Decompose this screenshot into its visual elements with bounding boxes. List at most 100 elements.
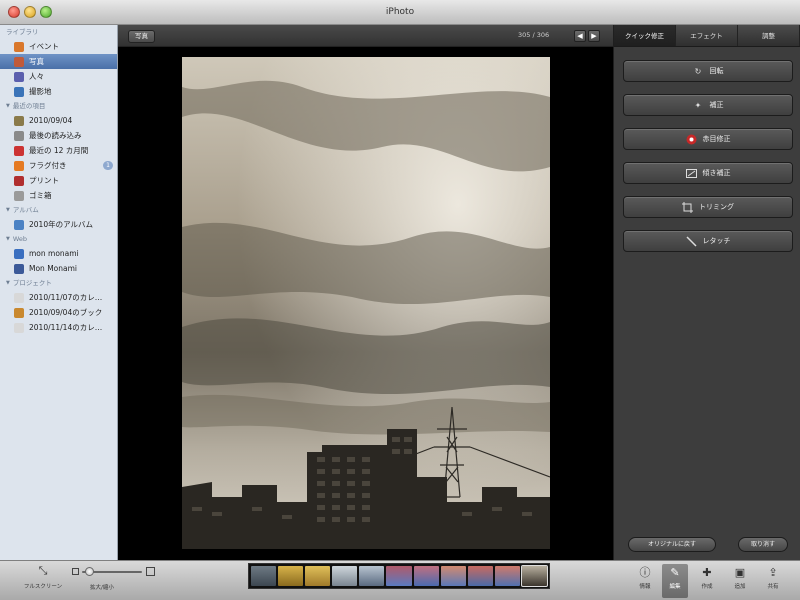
add-to-button[interactable]: ▣ 追加 — [727, 564, 753, 590]
enhance-icon: ✦ — [694, 100, 702, 110]
fullscreen-arrows-icon: ⤡ — [38, 564, 48, 577]
disclosure-triangle-icon[interactable]: ▼ — [6, 232, 10, 246]
sidebar-item-label: ゴミ箱 — [29, 191, 52, 200]
sidebar-item-events[interactable]: イベント — [0, 39, 117, 54]
edit-tabs: クイック修正 エフェクト 調整 — [614, 25, 800, 47]
sidebar-item-calendar-project[interactable]: 2010/11/07のカレ… — [0, 290, 117, 305]
sidebar-item-label: 最後の読み込み — [29, 131, 82, 140]
calendar-project-icon — [14, 322, 24, 333]
create-button[interactable]: ✚ 作成 — [694, 564, 720, 590]
fullscreen-button[interactable]: ⤡ フルスクリーン — [18, 564, 68, 590]
filmstrip-thumbnail-selected[interactable] — [520, 565, 549, 587]
sidebar-item-album[interactable]: 2010年のアルバム — [0, 217, 117, 232]
crop-label: トリミング — [699, 203, 734, 211]
crop-icon — [682, 201, 693, 213]
sidebar-section-header[interactable]: ▼ アルバム — [0, 203, 117, 217]
previous-photo-button[interactable]: ◀ — [574, 30, 586, 42]
disclosure-triangle-icon[interactable]: ▼ — [6, 276, 10, 290]
sidebar-item-label: 撮影地 — [29, 87, 52, 96]
revert-to-original-button[interactable]: オリジナルに戻す — [628, 537, 716, 552]
calendar-icon — [14, 145, 24, 156]
sidebar-section-title: アルバム — [12, 206, 39, 214]
straighten-icon — [685, 168, 697, 179]
sidebar-item-book-project[interactable]: 2010/09/04のブック — [0, 305, 117, 320]
sidebar-section-title: プロジェクト — [12, 279, 52, 287]
next-photo-button[interactable]: ▶ — [588, 30, 600, 42]
add-to-label: 追加 — [734, 584, 746, 590]
sidebar-item-last-import[interactable]: 最後の読み込み — [0, 128, 117, 143]
retouch-icon — [685, 235, 697, 247]
photo-counter: 305 / 306 — [518, 31, 550, 39]
window-title: iPhoto — [385, 7, 415, 17]
enhance-button[interactable]: ✦ 補正 — [623, 94, 793, 116]
calendar-project-icon — [14, 292, 24, 303]
sidebar-item-label: 2010/09/04 — [29, 116, 73, 125]
sidebar-item-flag[interactable]: フラグ付き 1 — [0, 158, 117, 173]
album-icon — [14, 219, 24, 230]
filmstrip-thumbnail[interactable] — [494, 566, 520, 586]
sidebar-item-web-album[interactable]: mon monami — [0, 246, 117, 261]
sidebar-item-label: 写真 — [29, 57, 44, 66]
rotate-label: 回転 — [709, 67, 724, 75]
crop-button[interactable]: トリミング — [623, 196, 793, 218]
disclosure-triangle-icon[interactable]: ▼ — [6, 99, 10, 113]
faces-icon — [14, 71, 24, 82]
filmstrip-thumbnail[interactable] — [440, 566, 466, 586]
add-to-icon: ▣ — [734, 566, 746, 579]
create-icon: ✚ — [702, 566, 712, 579]
sidebar-item-event-thumb[interactable]: 2010/09/04 — [0, 113, 117, 128]
sidebar-item-photos[interactable]: 写真 — [0, 54, 117, 69]
photo-sky-cityscape[interactable] — [182, 57, 550, 549]
sidebar-section-title: 最近の項目 — [12, 102, 46, 110]
zoom-in-icon — [146, 567, 155, 576]
disclosure-triangle-icon[interactable]: ▼ — [6, 203, 10, 217]
info-button[interactable]: ⓘ 情報 — [632, 564, 658, 590]
edit-button[interactable]: ✎ 編集 — [662, 564, 688, 598]
create-label: 作成 — [701, 584, 713, 590]
zoom-label: 拡大/縮小 — [90, 585, 114, 591]
sidebar-section-header[interactable]: ▼ プロジェクト — [0, 276, 117, 290]
straighten-button[interactable]: 傾き補正 — [623, 162, 793, 184]
back-to-photos-button[interactable]: 写真 — [128, 30, 155, 43]
red-eye-label: 赤目修正 — [702, 135, 731, 143]
filmstrip-thumbnail[interactable] — [332, 566, 358, 586]
undo-button[interactable]: 取り消す — [738, 537, 788, 552]
sidebar-item-label: フラグ付き — [29, 161, 67, 170]
sidebar-item-calendar-project[interactable]: 2010/11/14のカレ… — [0, 320, 117, 335]
flag-icon — [14, 160, 24, 171]
filmstrip-thumbnail[interactable] — [467, 566, 493, 586]
tab-quick-fixes[interactable]: クイック修正 — [614, 25, 676, 46]
photos-icon — [14, 56, 24, 67]
sidebar-item-faces[interactable]: 人々 — [0, 69, 117, 84]
sidebar-section-header[interactable]: ▼ Web — [0, 232, 117, 246]
sidebar-item-places[interactable]: 撮影地 — [0, 84, 117, 99]
sidebar-section-header[interactable]: ライブラリ — [0, 25, 117, 39]
retouch-button[interactable]: レタッチ — [623, 230, 793, 252]
sidebar-item-calendar[interactable]: 最近の 12 カ月間 — [0, 143, 117, 158]
filmstrip-thumbnail[interactable] — [359, 566, 385, 586]
bottom-toolbar: ⤡ フルスクリーン 拡大/縮小 ⓘ 情報 ✎ 編集 ✚ 作成 ▣ 追加 ⇪ 共有 — [0, 560, 800, 600]
fullscreen-label: フルスクリーン — [23, 584, 63, 590]
zoom-slider-knob[interactable] — [85, 567, 95, 576]
sidebar-item-print[interactable]: プリント — [0, 173, 117, 188]
sidebar-section-header[interactable]: ▼ 最近の項目 — [0, 99, 117, 113]
sidebar-item-label: Mon Monami — [29, 264, 77, 273]
sidebar-item-label: 2010年のアルバム — [29, 220, 94, 229]
sidebar-item-label: イベント — [29, 42, 59, 51]
filmstrip-thumbnail[interactable] — [305, 566, 331, 586]
share-button[interactable]: ⇪ 共有 — [760, 564, 786, 590]
sidebar-item-facebook[interactable]: Mon Monami — [0, 261, 117, 276]
filmstrip-thumbnail[interactable] — [251, 566, 277, 586]
info-icon: ⓘ — [639, 566, 651, 579]
filmstrip-thumbnail[interactable] — [413, 566, 439, 586]
tab-adjust[interactable]: 調整 — [738, 25, 800, 46]
filmstrip-thumbnail[interactable] — [386, 566, 412, 586]
filmstrip-thumbnail[interactable] — [278, 566, 304, 586]
sidebar-item-trash[interactable]: ゴミ箱 — [0, 188, 117, 203]
tab-effects[interactable]: エフェクト — [676, 25, 738, 46]
share-icon: ⇪ — [768, 566, 778, 579]
red-eye-button[interactable]: 赤目修正 — [623, 128, 793, 150]
rotate-button[interactable]: ↻ 回転 — [623, 60, 793, 82]
places-icon — [14, 86, 24, 97]
event-thumb-icon — [14, 115, 24, 126]
